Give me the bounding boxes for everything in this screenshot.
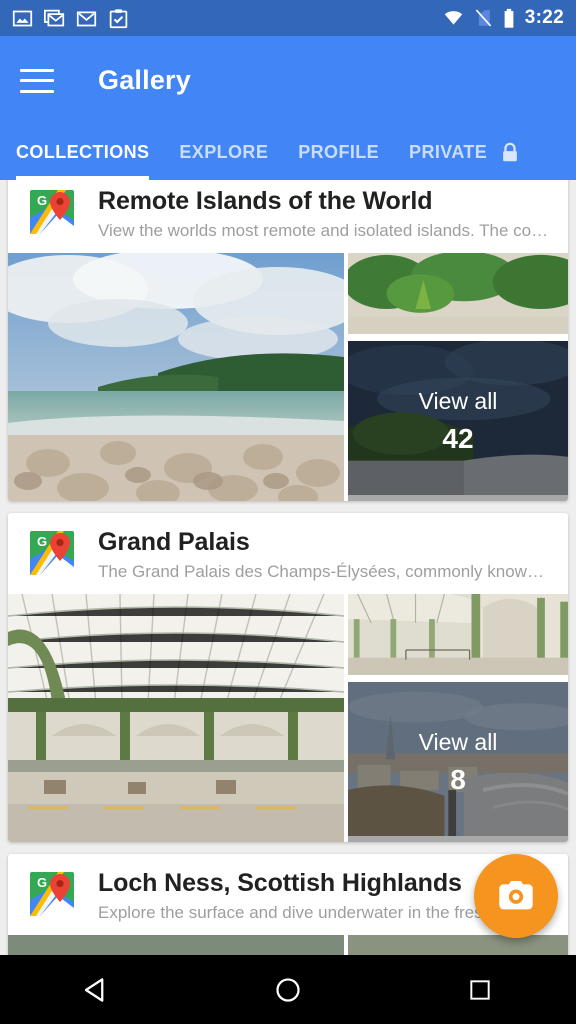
image-icon bbox=[12, 8, 33, 29]
card-text: Remote Islands of the World View the wor… bbox=[98, 186, 552, 241]
photo-grid: View all 42 bbox=[8, 253, 568, 501]
collections-list[interactable]: G Remote Islands of the World View the w… bbox=[0, 180, 576, 955]
card-subtitle: View the worlds most remote and isolated… bbox=[98, 221, 552, 241]
view-all-label: View all bbox=[419, 388, 498, 415]
view-all-tile[interactable]: View all 42 bbox=[348, 341, 568, 501]
photo-column: View all 8 bbox=[348, 594, 568, 842]
photo-column: View all 42 bbox=[348, 253, 568, 501]
view-all-tile[interactable]: View all 8 bbox=[348, 682, 568, 842]
photo-primary[interactable] bbox=[8, 253, 344, 501]
tab-profile[interactable]: PROFILE bbox=[298, 125, 379, 180]
card-header: G Remote Islands of the World View the w… bbox=[8, 180, 568, 253]
google-maps-icon: G bbox=[28, 529, 76, 577]
camera-fab-button[interactable] bbox=[474, 854, 558, 938]
android-navigation-bar bbox=[0, 955, 576, 1024]
photo-secondary[interactable] bbox=[348, 594, 568, 678]
status-bar-notifications bbox=[12, 8, 129, 29]
no-sim-icon bbox=[474, 8, 493, 28]
wifi-icon bbox=[442, 8, 465, 28]
svg-text:G: G bbox=[37, 534, 47, 549]
photo-secondary[interactable] bbox=[348, 935, 568, 955]
collection-card[interactable]: G Grand Palais The Grand Palais des Cham… bbox=[8, 513, 568, 842]
view-all-label: View all bbox=[419, 729, 498, 756]
phone-screen: 3:22 Gallery COLLECTIONS EXPLORE PROFILE… bbox=[0, 0, 576, 1024]
recents-square-icon[interactable] bbox=[448, 955, 512, 1024]
card-header: G Grand Palais The Grand Palais des Cham… bbox=[8, 513, 568, 594]
view-all-overlay: View all 42 bbox=[348, 341, 568, 501]
status-bar-system-icons: 3:22 bbox=[442, 7, 564, 29]
tab-bar: COLLECTIONS EXPLORE PROFILE PRIVATE bbox=[0, 125, 576, 180]
camera-icon bbox=[496, 876, 536, 916]
home-circle-icon[interactable] bbox=[256, 955, 320, 1024]
back-triangle-icon[interactable] bbox=[64, 955, 128, 1024]
photo-column bbox=[348, 935, 568, 955]
view-all-count: 8 bbox=[450, 764, 466, 796]
card-text: Grand Palais The Grand Palais des Champs… bbox=[98, 527, 552, 582]
battery-icon bbox=[502, 8, 516, 29]
hamburger-menu-icon[interactable] bbox=[20, 69, 54, 93]
gmail-icon bbox=[76, 8, 97, 29]
tab-explore[interactable]: EXPLORE bbox=[179, 125, 268, 180]
photo-grid bbox=[8, 935, 568, 955]
card-title: Remote Islands of the World bbox=[98, 187, 552, 216]
clipboard-check-icon bbox=[108, 8, 129, 29]
tab-profile-label: PROFILE bbox=[298, 142, 379, 163]
view-all-overlay: View all 8 bbox=[348, 682, 568, 842]
card-title: Grand Palais bbox=[98, 528, 552, 557]
app-bar: Gallery bbox=[0, 36, 576, 125]
photo-primary[interactable] bbox=[8, 935, 344, 955]
page-title: Gallery bbox=[98, 65, 191, 96]
lock-icon bbox=[499, 125, 521, 180]
tab-private[interactable]: PRIVATE bbox=[409, 125, 487, 180]
google-maps-icon: G bbox=[28, 188, 76, 236]
card-subtitle: The Grand Palais des Champs-Élysées, com… bbox=[98, 562, 552, 582]
photo-secondary[interactable] bbox=[348, 253, 568, 337]
tab-collections-label: COLLECTIONS bbox=[16, 142, 149, 163]
tab-explore-label: EXPLORE bbox=[179, 142, 268, 163]
tab-collections[interactable]: COLLECTIONS bbox=[16, 125, 149, 180]
view-all-count: 42 bbox=[442, 423, 473, 455]
status-bar: 3:22 bbox=[0, 0, 576, 36]
tab-private-label: PRIVATE bbox=[409, 142, 487, 163]
photo-grid: View all 8 bbox=[8, 594, 568, 842]
collection-card[interactable]: G Remote Islands of the World View the w… bbox=[8, 180, 568, 501]
gmail-stack-icon bbox=[44, 8, 65, 29]
svg-text:G: G bbox=[37, 193, 47, 208]
photo-primary[interactable] bbox=[8, 594, 344, 842]
svg-text:G: G bbox=[37, 875, 47, 890]
clock-time: 3:22 bbox=[525, 7, 564, 29]
google-maps-icon: G bbox=[28, 870, 76, 918]
